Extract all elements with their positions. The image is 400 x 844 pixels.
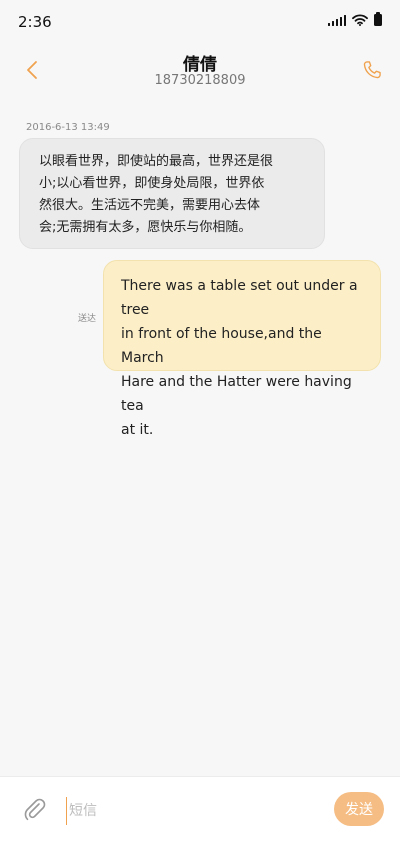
- contact-name: 倩倩: [183, 55, 217, 75]
- call-button[interactable]: [358, 56, 386, 84]
- contact-number: 18730218809: [154, 73, 246, 88]
- wifi-icon: [352, 14, 368, 26]
- send-button[interactable]: 发送: [334, 792, 384, 826]
- message-input[interactable]: [66, 797, 316, 825]
- messaging-screen: 2:36 倩倩 18730218809 2016-6-13 13:49 以眼看世…: [0, 0, 400, 844]
- attach-button[interactable]: [20, 795, 50, 825]
- delivery-status: 送达: [78, 314, 97, 324]
- paperclip-icon: [24, 798, 46, 821]
- conversation-header: 倩倩 18730218809: [0, 44, 400, 96]
- message-line: 会;无需拥有太多，愿快乐与你相随。: [39, 220, 252, 235]
- message-line: 小;以心看世界，即使身处局限，世界依: [39, 176, 265, 191]
- status-bar: 2:36: [0, 0, 400, 44]
- outgoing-message-bubble[interactable]: There was a table set out under a tree i…: [103, 260, 381, 438]
- battery-icon: [374, 12, 382, 26]
- signal-icon: [327, 14, 346, 26]
- status-time: 2:36: [18, 13, 52, 31]
- phone-icon: [363, 61, 381, 79]
- incoming-message-bubble[interactable]: 以眼看世界，即使站的最高，世界还是很 小;以心看世界，即使身处局限，世界依 然很…: [19, 138, 325, 249]
- message-line: There was a table set out under a tree: [121, 278, 358, 318]
- message-line: at it.: [121, 422, 154, 438]
- compose-bar: 发送: [0, 776, 400, 844]
- message-line: 以眼看世界，即使站的最高，世界还是很: [39, 154, 274, 169]
- message-line: in front of the house,and the March: [121, 326, 322, 366]
- status-icons: [327, 12, 382, 26]
- message-timestamp: 2016-6-13 13:49: [26, 122, 110, 133]
- message-line: Hare and the Hatter were having tea: [121, 374, 352, 414]
- message-line: 然很大。生活远不完美，需要用心去体: [39, 198, 261, 213]
